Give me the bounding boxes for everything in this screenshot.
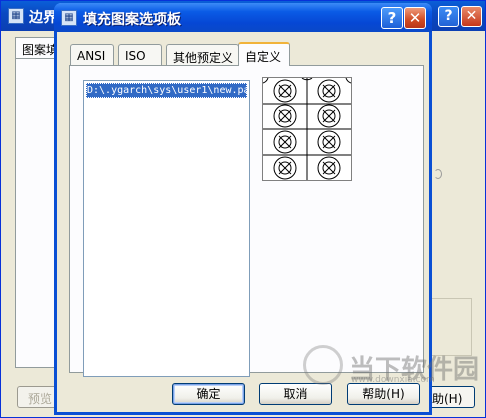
close-icon[interactable]: ✕ xyxy=(404,7,426,29)
hatch-pattern-swatch xyxy=(262,77,352,180)
pattern-preview xyxy=(262,77,352,181)
dialog-title: 填充图案选项板 xyxy=(83,12,181,28)
ok-button[interactable]: 确定 xyxy=(172,383,245,405)
app-icon: ▦ xyxy=(61,10,77,26)
background-window-title: 边界 xyxy=(29,10,57,26)
background-help-button[interactable]: ? xyxy=(438,6,459,27)
help-button[interactable]: 帮助(H) xyxy=(347,383,420,405)
background-tab-panel xyxy=(15,58,59,368)
pattern-file-list[interactable]: D:\.ygarch\sys\user1\new.pa xyxy=(83,80,250,377)
background-partial-control xyxy=(434,169,442,179)
background-close-button[interactable]: ✕ xyxy=(461,6,482,27)
tab-ansi[interactable]: ANSI xyxy=(70,44,114,66)
help-icon[interactable]: ? xyxy=(381,7,403,29)
cancel-button[interactable]: 取消 xyxy=(259,383,332,405)
tab-iso[interactable]: ISO xyxy=(118,44,162,66)
hatch-pattern-palette-dialog: ▦ 填充图案选项板 ? ✕ ANSI ISO 其他预定义 自定义 D:\.yga… xyxy=(54,3,432,415)
background-groupbox xyxy=(432,298,472,356)
dialog-titlebar[interactable]: ▦ 填充图案选项板 ? ✕ xyxy=(54,3,432,32)
tab-other-predefined[interactable]: 其他预定义 xyxy=(166,44,239,66)
custom-tab-panel: D:\.ygarch\sys\user1\new.pa xyxy=(69,65,424,377)
background-help-text-button[interactable]: 助(H) xyxy=(429,386,475,408)
list-item[interactable]: D:\.ygarch\sys\user1\new.pa xyxy=(86,83,247,98)
tab-custom[interactable]: 自定义 xyxy=(238,42,290,66)
app-icon: ▦ xyxy=(8,8,24,24)
